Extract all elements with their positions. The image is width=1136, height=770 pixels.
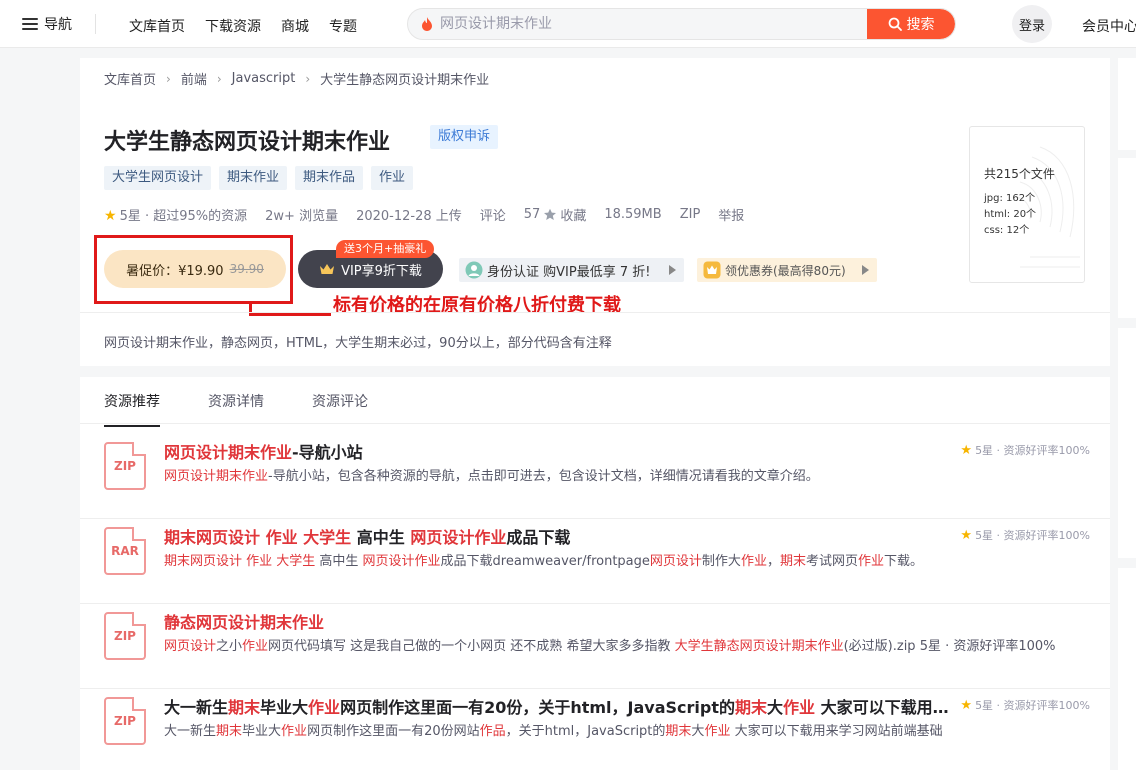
divider [80, 312, 1110, 313]
recommendation-item[interactable]: RAR 期末网页设计 作业 大学生 高中生 网页设计作业成品下载期末网页设计 作业… [80, 519, 1110, 604]
star-icon: ★ [960, 442, 973, 458]
flame-icon [422, 17, 432, 31]
annotation-highlight-box [94, 235, 293, 304]
nav-links: 文库首页 下载资源 商城 专题 [129, 16, 357, 36]
copyright-appeal-button[interactable]: 版权申诉 [430, 125, 499, 149]
login-button[interactable]: 登录 [1012, 5, 1052, 43]
coupon-button[interactable]: 领优惠券(最高得80元) [697, 258, 877, 282]
nav-menu-toggle[interactable]: 导航 [22, 14, 72, 34]
search-icon [888, 17, 902, 31]
tab-comments[interactable]: 资源评论 [312, 391, 368, 427]
file-count-total: 共215个文件 [984, 167, 1055, 181]
recommendation-item[interactable]: ZIP 静态网页设计期末作业网页设计之小作业网页代码填写 这是我自己做的一个小网页… [80, 604, 1110, 689]
tab-details[interactable]: 资源详情 [208, 391, 264, 427]
identity-cert-button[interactable]: 身份认证 购VIP最低享 7 折! [459, 258, 684, 282]
recommendation-rating: ★ 5星 · 资源好评率100% [960, 527, 1090, 543]
collect-button[interactable]: 57 收藏 [524, 205, 587, 224]
resource-meta: ★ 5星 · 超过95%的资源 2w+ 浏览量 2020-12-28 上传 评论 … [104, 205, 744, 224]
recommendation-rating: ★ 5星 · 资源好评率100% [960, 442, 1090, 458]
breadcrumb-item[interactable]: Javascript [232, 71, 296, 86]
breadcrumb-item-current: 大学生静态网页设计期末作业 [320, 73, 490, 88]
file-format: ZIP [679, 207, 701, 222]
annotation-connector [249, 313, 331, 316]
chevron-right-icon: › [216, 71, 222, 86]
recommendation-title[interactable]: 大一新生期末毕业大作业网页制作这里面一有20份，关于html，JavaScrip… [164, 694, 954, 718]
nav-menu-label: 导航 [44, 17, 72, 33]
search-bar: 搜索 [407, 8, 956, 40]
file-type-list: jpg: 162个 html: 20个 css: 12个 [984, 191, 1036, 239]
collect-label: 收藏 [560, 209, 587, 224]
nav-divider [95, 14, 96, 34]
recommendation-desc: 网页设计之小作业网页代码填写 这是我自己做的一个小网页 还不成熟 希望大家多多指… [164, 639, 1056, 654]
recommendation-desc: 网页设计期末作业-导航小站，包含各种资源的导航，点击即可进去，包含设计文档，详细… [164, 469, 819, 484]
breadcrumb: 文库首页 › 前端 › Javascript › 大学生静态网页设计期末作业 [104, 69, 489, 88]
nav-link-library-home[interactable]: 文库首页 [129, 16, 185, 36]
recommendation-item[interactable]: ZIP 网页设计期末作业-导航小站网页设计期末作业-导航小站，包含各种资源的导航，… [80, 434, 1110, 519]
search-input[interactable] [440, 9, 860, 39]
vip-promo-badge: 送3个月+抽豪礼 [336, 240, 435, 258]
content-tabs: 资源推荐 资源详情 资源评论 [104, 391, 368, 427]
upload-date: 2020-12-28 上传 [356, 209, 462, 224]
file-type-icon: ZIP [104, 697, 146, 745]
breadcrumb-item[interactable]: 文库首页 [104, 69, 156, 88]
resource-title: 大学生静态网页设计期末作业 [104, 130, 391, 155]
recommendation-item[interactable]: ZIP 大一新生期末毕业大作业网页制作这里面一有20份，关于html，JavaSc… [80, 689, 1110, 770]
report-link[interactable]: 举报 [718, 205, 744, 224]
file-type-item: jpg: 162个 [984, 193, 1036, 204]
file-size: 18.59MB [604, 207, 662, 222]
chevron-right-icon: › [305, 71, 311, 86]
file-type-icon: RAR [104, 527, 146, 575]
breadcrumb-item[interactable]: 前端 [181, 69, 207, 88]
identity-cert-label: 身份认证 购VIP最低享 7 折! [487, 264, 651, 280]
nav-link-mall[interactable]: 商城 [281, 16, 309, 36]
top-navbar: 导航 文库首页 下载资源 商城 专题 搜索 登录 会员中心 [0, 0, 1136, 48]
tag-item[interactable]: 大学生网页设计 [104, 166, 212, 190]
file-list-preview[interactable]: 共215个文件 jpg: 162个 html: 20个 css: 12个 [969, 126, 1085, 283]
hamburger-icon [22, 18, 38, 30]
nav-link-topics[interactable]: 专题 [329, 16, 357, 36]
resource-tags: 大学生网页设计 期末作业 期末作品 作业 [104, 166, 414, 190]
search-button-label: 搜索 [906, 17, 935, 33]
view-count: 2w+ 浏览量 [265, 209, 339, 224]
recommendation-desc: 大一新生期末毕业大作业网页制作这里面一有20份网站作品，关于html，JavaS… [164, 724, 943, 739]
file-type-item: css: 12个 [984, 225, 1030, 236]
star-icon: ★ [960, 527, 973, 543]
recommendation-title[interactable]: 静态网页设计期末作业 [164, 609, 954, 633]
file-type-icon: ZIP [104, 442, 146, 490]
coupon-label: 领优惠券(最高得80元) [725, 263, 846, 278]
user-cert-icon [465, 261, 483, 279]
tag-item[interactable]: 作业 [371, 166, 414, 190]
star-icon: ★ [104, 208, 117, 224]
file-type-icon: ZIP [104, 612, 146, 660]
recommendation-desc: 期末网页设计 作业 大学生 高中生 网页设计作业成品下载dreamweaver/… [164, 554, 924, 569]
tag-item[interactable]: 期末作品 [295, 166, 364, 190]
search-button[interactable]: 搜索 [867, 9, 955, 39]
collect-count: 57 [523, 207, 541, 222]
vip-center-link[interactable]: 会员中心 [1082, 16, 1136, 36]
crown-icon [320, 264, 335, 274]
resource-header-card: 文库首页 › 前端 › Javascript › 大学生静态网页设计期末作业 大… [80, 58, 1110, 366]
resource-description: 网页设计期末作业，静态网页，HTML，大学生期末必过，90分以上，部分代码含有注… [104, 336, 612, 351]
file-type-item: html: 20个 [984, 209, 1037, 220]
tag-item[interactable]: 期末作业 [219, 166, 288, 190]
rating: ★ 5星 · 超过95%的资源 [104, 208, 248, 224]
vip-download-label: VIP享9折下载 [341, 263, 422, 279]
recommendation-title[interactable]: 期末网页设计 作业 大学生 高中生 网页设计作业成品下载 [164, 524, 954, 548]
annotation-text: 标有价格的在原有价格八折付费下载 [333, 295, 621, 316]
chevron-right-icon: › [166, 71, 171, 86]
tab-recommend[interactable]: 资源推荐 [104, 391, 160, 427]
star-collect-icon [544, 208, 557, 220]
play-arrow-icon [862, 265, 869, 275]
recommendation-title[interactable]: 网页设计期末作业-导航小站 [164, 439, 954, 463]
right-sidebar-edge [1118, 58, 1136, 770]
comment-link[interactable]: 评论 [480, 205, 506, 224]
recommendation-rating: ★ 5星 · 资源好评率100% [960, 697, 1090, 713]
play-arrow-icon [669, 265, 676, 275]
star-icon: ★ [960, 697, 973, 713]
divider [80, 423, 1110, 424]
recommendation-card: 资源推荐 资源详情 资源评论 ZIP 网页设计期末作业-导航小站网页设计期末作业-… [80, 377, 1110, 770]
coupon-crown-icon [703, 261, 721, 279]
nav-link-download[interactable]: 下载资源 [205, 16, 261, 36]
